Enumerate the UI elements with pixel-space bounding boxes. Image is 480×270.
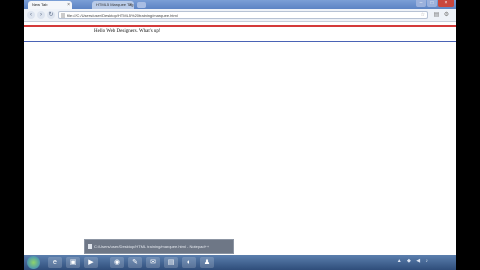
folder-icon[interactable]: ▣: [66, 257, 80, 268]
download-filename: C:/Users/user/Desktop/HTML training/marq…: [94, 244, 210, 249]
page-menu-icon[interactable]: ▤: [433, 11, 440, 19]
window-controls: – □ ×: [415, 0, 454, 8]
tab-active[interactable]: New Tab ×: [28, 1, 72, 9]
file-icon: [88, 244, 92, 249]
star-icon[interactable]: ☆: [421, 12, 425, 18]
marquee-text: Hello Web Designers. What's up!: [94, 29, 161, 34]
taskbar: e ▣ ▶ ◉ ✎ ✉ ▤ ◐ ♟ ▲ ◆ ◀ ♪: [24, 255, 456, 270]
paint-icon[interactable]: ✎: [128, 257, 142, 268]
page-content: Hello Web Designers. What's up!: [24, 22, 456, 240]
tab-strip: New Tab × HTML5 Marquee Tag × – □ ×: [24, 0, 456, 9]
clock[interactable]: [432, 257, 452, 262]
address-bar[interactable]: file:///C:/Users/user/Desktop/HTML5%20tr…: [58, 11, 428, 19]
maximize-button[interactable]: □: [427, 0, 437, 7]
tab-label: New Tab: [32, 2, 48, 7]
tab-inactive[interactable]: HTML5 Marquee Tag ×: [92, 1, 134, 9]
reload-icon[interactable]: ↻: [47, 11, 55, 19]
app-icon[interactable]: ♟: [200, 257, 214, 268]
toolbar: ‹ › ↻ file:///C:/Users/user/Desktop/HTML…: [24, 9, 456, 22]
firefox-icon[interactable]: ◐: [182, 257, 196, 268]
back-icon[interactable]: ‹: [27, 11, 35, 19]
system-tray[interactable]: ▲ ◆ ◀ ♪: [397, 258, 430, 264]
download-item[interactable]: C:/Users/user/Desktop/HTML training/marq…: [84, 239, 234, 254]
close-icon[interactable]: ×: [67, 1, 70, 9]
ie-icon[interactable]: e: [48, 257, 62, 268]
tab-label: HTML5 Marquee Tag: [96, 2, 134, 7]
marquee: Hello Web Designers. What's up!: [24, 25, 456, 42]
notepad-icon[interactable]: ✉: [146, 257, 160, 268]
forward-icon[interactable]: ›: [37, 11, 45, 19]
close-icon[interactable]: ×: [129, 1, 132, 9]
new-tab-button[interactable]: [137, 2, 146, 8]
minimize-button[interactable]: –: [416, 0, 426, 7]
calc-icon[interactable]: ▤: [164, 257, 178, 268]
start-button[interactable]: [27, 256, 40, 269]
address-text: file:///C:/Users/user/Desktop/HTML5%20tr…: [67, 13, 178, 18]
media-icon[interactable]: ▶: [84, 257, 98, 268]
close-window-button[interactable]: ×: [438, 0, 454, 7]
page-icon: [61, 13, 65, 18]
screen: New Tab × HTML5 Marquee Tag × – □ × ‹ › …: [24, 0, 456, 270]
wrench-icon[interactable]: ⚙: [443, 11, 450, 19]
chrome-icon[interactable]: ◉: [110, 257, 124, 268]
